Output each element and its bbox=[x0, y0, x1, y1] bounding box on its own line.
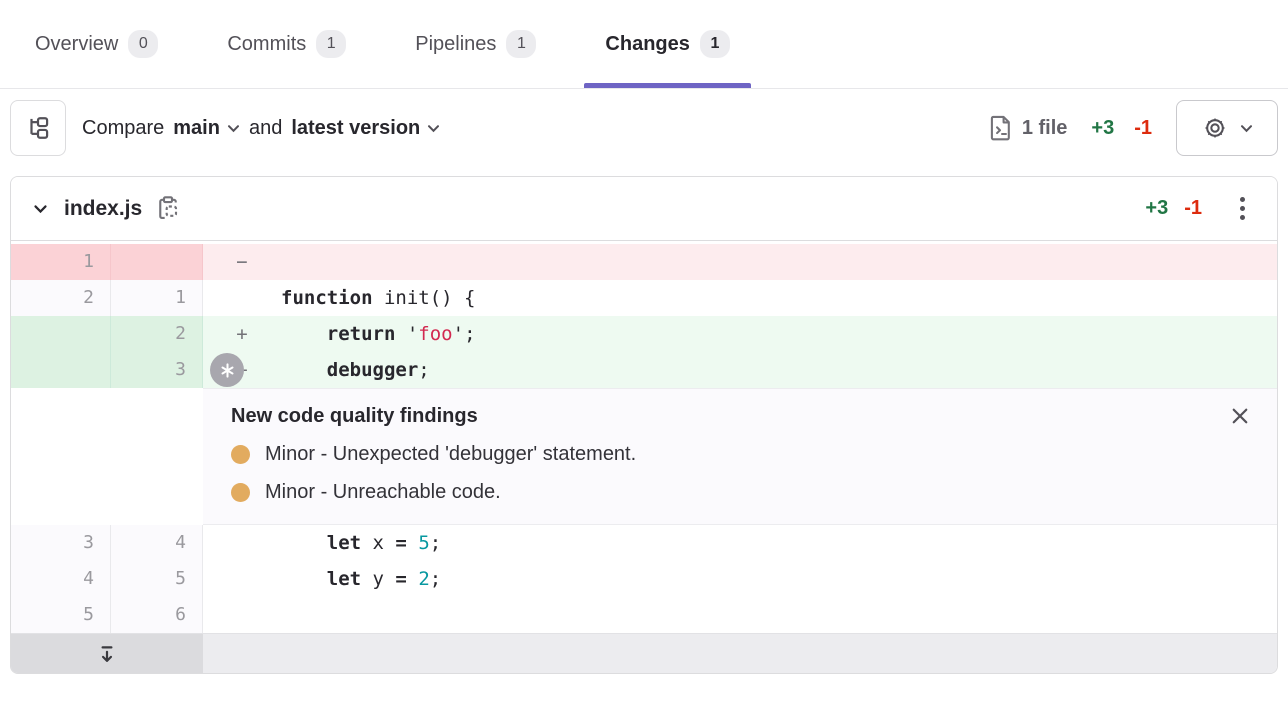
chevron-down-icon bbox=[1240, 124, 1253, 133]
mr-tab-bar: Overview 0 Commits 1 Pipelines 1 Changes… bbox=[0, 0, 1288, 89]
files-count: 1 file bbox=[1022, 117, 1068, 140]
expand-down-button[interactable] bbox=[11, 634, 203, 673]
close-findings-button[interactable] bbox=[1227, 403, 1253, 429]
diff-row: 3+ debugger; bbox=[11, 352, 1277, 388]
source-branch-dropdown[interactable]: main bbox=[173, 117, 240, 140]
old-line-number[interactable]: 2 bbox=[11, 280, 111, 316]
diff-row: 45 let y = 2; bbox=[11, 561, 1277, 597]
tab-count-badge: 1 bbox=[506, 30, 536, 58]
total-deletions: -1 bbox=[1134, 117, 1152, 140]
code-quality-findings-row: New code quality findings Minor - Unexpe… bbox=[11, 388, 1277, 525]
finding-item: Minor - Unreachable code. bbox=[231, 481, 1249, 504]
code-quality-findings-panel: New code quality findings Minor - Unexpe… bbox=[203, 388, 1277, 525]
changed-files-summary: 1 file bbox=[989, 115, 1068, 141]
gear-icon bbox=[1202, 115, 1228, 141]
findings-title: New code quality findings bbox=[231, 405, 1249, 428]
old-line-number[interactable]: 3 bbox=[11, 525, 111, 561]
expand-row-filler bbox=[203, 634, 1277, 673]
finding-text: Minor - Unexpected 'debugger' statement. bbox=[265, 443, 636, 466]
file-deletions: -1 bbox=[1184, 197, 1202, 220]
code-text: debugger; bbox=[281, 359, 430, 381]
new-line-number[interactable]: 5 bbox=[111, 561, 203, 597]
tab-changes[interactable]: Changes 1 bbox=[584, 0, 750, 88]
old-line-number[interactable]: 5 bbox=[11, 597, 111, 633]
diff-table: 1−21function init() {2+ return 'foo';3+ … bbox=[11, 241, 1277, 673]
old-line-number[interactable] bbox=[11, 352, 111, 388]
diff-rows-below-findings: 34 let x = 5;45 let y = 2;56 bbox=[11, 525, 1277, 633]
source-branch-name: main bbox=[173, 117, 220, 140]
diff-row: 34 let x = 5; bbox=[11, 525, 1277, 561]
new-line-number[interactable]: 2 bbox=[111, 316, 203, 352]
expand-lines-row bbox=[11, 633, 1277, 673]
tab-label: Commits bbox=[227, 33, 306, 56]
diff-row: 21 function init() { bbox=[11, 280, 1277, 316]
compare-label: Compare bbox=[82, 117, 164, 140]
tab-label: Overview bbox=[35, 33, 118, 56]
minor-severity-icon bbox=[231, 445, 250, 464]
new-line-number[interactable]: 1 bbox=[111, 280, 203, 316]
code-text: let y = 2; bbox=[281, 568, 441, 590]
file-tree-toggle-button[interactable] bbox=[10, 100, 66, 156]
diff-row: 56 bbox=[11, 597, 1277, 633]
tab-commits[interactable]: Commits 1 bbox=[206, 0, 367, 88]
old-line-number[interactable]: 1 bbox=[11, 244, 111, 280]
chevron-down-icon bbox=[227, 124, 240, 133]
collapse-file-chevron-icon[interactable] bbox=[33, 204, 46, 213]
tab-label: Pipelines bbox=[415, 33, 496, 56]
old-line-number[interactable] bbox=[11, 316, 111, 352]
diff-row: 2+ return 'foo'; bbox=[11, 316, 1277, 352]
file-additions: +3 bbox=[1145, 197, 1168, 220]
compare-bar: Compare main and latest version 1 file bbox=[0, 89, 1288, 167]
old-line-number[interactable]: 4 bbox=[11, 561, 111, 597]
tab-overview[interactable]: Overview 0 bbox=[14, 0, 179, 88]
expand-down-icon bbox=[96, 643, 118, 665]
diff-row: 1− bbox=[11, 244, 1277, 280]
findings-list: Minor - Unexpected 'debugger' statement.… bbox=[231, 443, 1249, 504]
copy-to-clipboard-icon[interactable] bbox=[156, 195, 180, 222]
tab-label: Changes bbox=[605, 33, 689, 56]
new-line-number[interactable]: 6 bbox=[111, 597, 203, 633]
compare-versions-text: Compare main and latest version bbox=[82, 117, 440, 140]
new-line-number[interactable]: 4 bbox=[111, 525, 203, 561]
line-content: let y = 2; bbox=[203, 561, 1277, 597]
tab-count-badge: 1 bbox=[316, 30, 346, 58]
diff-rows-above-findings: 1−21function init() {2+ return 'foo';3+ … bbox=[11, 244, 1277, 388]
target-version-dropdown[interactable]: latest version bbox=[291, 117, 440, 140]
diff-line-marker: − bbox=[203, 244, 281, 280]
line-content bbox=[203, 597, 1277, 633]
line-content: function init() { bbox=[203, 280, 1277, 316]
file-tree-icon bbox=[25, 115, 51, 141]
close-icon bbox=[1230, 406, 1250, 426]
code-quality-badge[interactable] bbox=[210, 353, 244, 387]
chevron-down-icon bbox=[427, 124, 440, 133]
kebab-menu-icon[interactable] bbox=[1230, 189, 1255, 228]
new-line-number[interactable] bbox=[111, 244, 203, 280]
tab-pipelines[interactable]: Pipelines 1 bbox=[394, 0, 557, 88]
line-content: let x = 5; bbox=[203, 525, 1277, 561]
minor-severity-icon bbox=[231, 483, 250, 502]
gutter-blank bbox=[11, 388, 203, 525]
target-version-name: latest version bbox=[291, 117, 420, 140]
tab-count-badge: 0 bbox=[128, 30, 158, 58]
diff-file-card: index.js +3 -1 1−21function init() {2+ r… bbox=[10, 176, 1278, 674]
finding-item: Minor - Unexpected 'debugger' statement. bbox=[231, 443, 1249, 466]
line-content: − bbox=[203, 244, 1277, 280]
code-text: function init() { bbox=[281, 287, 475, 309]
total-additions: +3 bbox=[1091, 117, 1114, 140]
new-line-number[interactable]: 3 bbox=[111, 352, 203, 388]
diff-file-header: index.js +3 -1 bbox=[11, 177, 1277, 241]
finding-text: Minor - Unreachable code. bbox=[265, 481, 501, 504]
diff-settings-button[interactable] bbox=[1176, 100, 1278, 156]
line-content: + return 'foo'; bbox=[203, 316, 1277, 352]
and-label: and bbox=[249, 117, 282, 140]
tab-count-badge: 1 bbox=[700, 30, 730, 58]
code-text: let x = 5; bbox=[281, 532, 441, 554]
code-text: return 'foo'; bbox=[281, 323, 476, 345]
line-content: + debugger; bbox=[203, 352, 1277, 388]
file-name[interactable]: index.js bbox=[64, 197, 142, 221]
diff-line-marker: + bbox=[203, 316, 281, 352]
doc-code-icon bbox=[989, 115, 1013, 141]
